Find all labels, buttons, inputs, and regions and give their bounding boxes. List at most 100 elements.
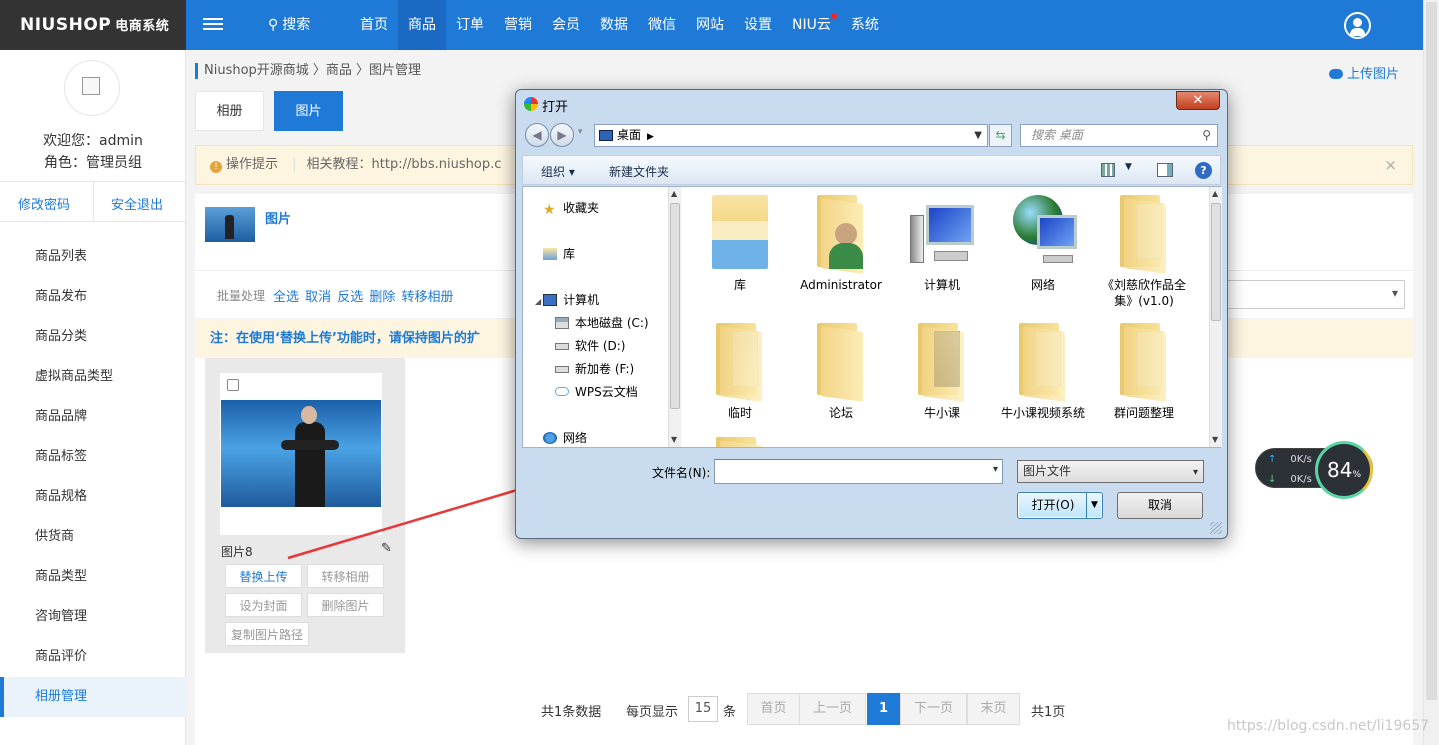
logo[interactable]: NIUSHOP 电商系统	[0, 0, 186, 50]
move-album-button[interactable]: 转移相册	[307, 564, 384, 588]
upload-image-link[interactable]: 上传图片	[1329, 63, 1399, 82]
cancel-button[interactable]: 取消	[1117, 492, 1203, 519]
hamburger-menu-icon[interactable]	[203, 15, 223, 35]
address-box[interactable]: 桌面 ▶ ▼	[594, 124, 988, 147]
batch-actions-links[interactable]: 全选 取消 反选 删除 转移相册	[273, 286, 454, 305]
nav-system[interactable]: 系统	[841, 0, 889, 50]
navigation-scrollbar[interactable]: ▲ ▼	[668, 187, 681, 447]
scroll-up-icon[interactable]: ▲	[1212, 189, 1218, 198]
file-list-scrollbar-thumb[interactable]	[1211, 203, 1221, 321]
tree-item-wps-cloud[interactable]: WPS云文档	[555, 383, 638, 400]
page-scrollbar-thumb[interactable]	[1426, 2, 1437, 700]
file-item-temp[interactable]: 临时	[689, 321, 791, 421]
dialog-close-button[interactable]: ✕	[1176, 91, 1220, 110]
help-icon[interactable]: ?	[1195, 162, 1212, 179]
open-button[interactable]: 打开(O) ▼	[1017, 492, 1103, 519]
nav-data[interactable]: 数据	[590, 0, 638, 50]
nav-orders[interactable]: 订单	[446, 0, 494, 50]
sidebar-item-goods-tag[interactable]: 商品标签	[0, 437, 186, 477]
scroll-down-icon[interactable]: ▼	[1212, 435, 1218, 444]
next-page-button[interactable]: 下一页	[900, 693, 967, 725]
sidebar-item-virtual-goods-type[interactable]: 虚拟商品类型	[0, 357, 186, 397]
per-page-input[interactable]: 15	[688, 696, 718, 722]
file-item-liu-cixin[interactable]: 《刘慈欣作品全集》(v1.0)	[1093, 193, 1195, 309]
expand-arrow-icon[interactable]: ◢	[535, 297, 541, 306]
sidebar-item-goods-spec[interactable]: 商品规格	[0, 477, 186, 517]
sidebar-item-consult[interactable]: 咨询管理	[0, 597, 186, 637]
current-page-button[interactable]: 1	[867, 693, 900, 725]
image-thumbnail[interactable]	[221, 400, 381, 507]
change-password-link[interactable]: 修改密码	[18, 194, 70, 213]
file-item-library[interactable]: 库	[689, 193, 791, 293]
tree-item-computer[interactable]: ◢ 计算机	[535, 291, 599, 308]
sidebar-item-goods-brand[interactable]: 商品品牌	[0, 397, 186, 437]
file-item-group-questions[interactable]: 群问题整理	[1093, 321, 1195, 421]
preview-pane-icon[interactable]	[1157, 163, 1173, 177]
back-arrow-icon[interactable]: ◀	[525, 123, 549, 147]
organize-button[interactable]: 组织 ▾	[541, 163, 575, 180]
chevron-down-icon[interactable]: ▼	[974, 125, 982, 146]
resize-grip-icon[interactable]	[1210, 522, 1222, 534]
first-page-button[interactable]: 首页	[747, 693, 800, 725]
new-folder-button[interactable]: 新建文件夹	[609, 163, 669, 180]
file-item-partial[interactable]	[689, 435, 791, 447]
tree-item-favorites[interactable]: ★ 收藏夹	[543, 199, 599, 217]
view-options-icon[interactable]	[1101, 163, 1115, 177]
dialog-search-input[interactable]: 搜索 桌面 ⚲	[1020, 124, 1218, 147]
file-item-forum[interactable]: 论坛	[790, 321, 892, 421]
sidebar-item-supplier[interactable]: 供货商	[0, 517, 186, 557]
tree-item-drive-d[interactable]: 软件 (D:)	[555, 337, 625, 354]
tree-item-network[interactable]: 网络	[543, 429, 587, 446]
nav-home[interactable]: 首页	[350, 0, 398, 50]
last-page-button[interactable]: 末页	[967, 693, 1020, 725]
search-button[interactable]: ⚲ 搜索	[268, 14, 310, 36]
file-list-scrollbar[interactable]: ▲ ▼	[1209, 187, 1222, 447]
filename-input[interactable]	[714, 459, 1003, 484]
sidebar-item-album[interactable]: 相册管理	[0, 677, 186, 717]
delete-image-button[interactable]: 删除图片	[307, 593, 384, 617]
file-item-network[interactable]: 网络	[992, 193, 1094, 293]
file-item-niuxiaoke[interactable]: 牛小课	[891, 321, 993, 421]
image-select-checkbox[interactable]	[227, 379, 239, 391]
sidebar-item-goods-review[interactable]: 商品评价	[0, 637, 186, 677]
file-item-administrator[interactable]: Administrator	[790, 193, 892, 293]
set-cover-button[interactable]: 设为封面	[225, 593, 302, 617]
pencil-edit-icon[interactable]: ✎	[381, 541, 392, 556]
sidebar-item-goods-category[interactable]: 商品分类	[0, 317, 186, 357]
tab-album[interactable]: 相册	[195, 91, 264, 131]
copy-image-path-button[interactable]: 复制图片路径	[225, 622, 309, 646]
logout-link[interactable]: 安全退出	[111, 194, 163, 213]
refresh-icon[interactable]: ⇆	[989, 124, 1012, 147]
album-select[interactable]	[1215, 280, 1405, 309]
forward-arrow-icon[interactable]: ▶	[550, 123, 574, 147]
page-scrollbar[interactable]	[1423, 0, 1439, 745]
sidebar-item-goods-list[interactable]: 商品列表	[0, 237, 186, 277]
tree-item-drive-f[interactable]: 新加卷 (F:)	[555, 360, 634, 377]
sidebar-item-goods-publish[interactable]: 商品发布	[0, 277, 186, 317]
nav-goods[interactable]: 商品	[398, 0, 446, 50]
nav-wechat[interactable]: 微信	[638, 0, 686, 50]
file-item-computer[interactable]: 计算机	[891, 193, 993, 293]
nav-niu-cloud[interactable]: NIU云	[782, 0, 841, 50]
open-options-chevron-icon[interactable]: ▼	[1086, 493, 1102, 518]
nav-marketing[interactable]: 营销	[494, 0, 542, 50]
history-chevron-down-icon[interactable]: ▾	[578, 127, 583, 137]
replace-upload-button[interactable]: 替换上传	[225, 564, 302, 588]
scroll-up-icon[interactable]: ▲	[671, 189, 677, 198]
nav-website[interactable]: 网站	[686, 0, 734, 50]
filetype-select[interactable]: 图片文件	[1017, 460, 1204, 483]
breadcrumb-chevron-icon[interactable]: ▶	[647, 132, 654, 142]
close-icon[interactable]: ×	[1384, 146, 1397, 184]
view-chevron-down-icon[interactable]: ▼	[1125, 162, 1132, 172]
nav-settings[interactable]: 设置	[734, 0, 782, 50]
sidebar-item-goods-type[interactable]: 商品类型	[0, 557, 186, 597]
prev-page-button[interactable]: 上一页	[799, 693, 866, 725]
tree-item-drive-c[interactable]: 本地磁盘 (C:)	[555, 314, 649, 331]
memory-usage-ring[interactable]: 84%	[1315, 441, 1373, 499]
scroll-down-icon[interactable]: ▼	[671, 435, 677, 444]
navigation-scrollbar-thumb[interactable]	[670, 203, 680, 409]
file-item-niuxiaoke-video[interactable]: 牛小课视频系统	[992, 321, 1094, 421]
tab-image[interactable]: 图片	[274, 91, 343, 131]
user-avatar-icon[interactable]	[1344, 12, 1371, 39]
tree-item-library[interactable]: 库	[543, 245, 575, 262]
